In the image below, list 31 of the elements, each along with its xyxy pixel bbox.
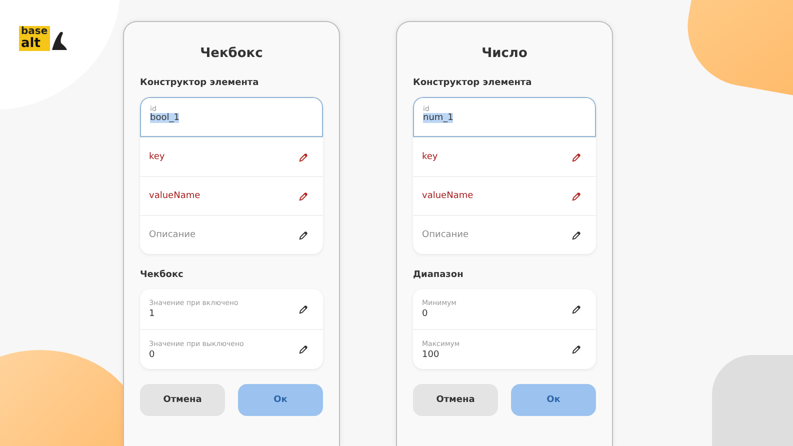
section-heading: Диапазон [413, 270, 464, 280]
dialog-title: Чекбокс [199, 46, 264, 63]
section-heading: Чекбокс [140, 270, 184, 280]
section-heading: Конструктор элемента [413, 78, 533, 88]
section-heading: Конструктор элемента [140, 78, 260, 88]
field-label: valueName [422, 191, 474, 201]
field-label: Описание [149, 230, 196, 240]
field-label: valueName [149, 191, 200, 201]
pencil-icon[interactable] [572, 345, 581, 354]
field-label: Описание [422, 230, 469, 240]
logo-text: alt [21, 37, 42, 50]
pencil-icon[interactable] [299, 192, 308, 200]
pencil-icon[interactable] [572, 304, 581, 314]
pencil-icon[interactable] [299, 230, 308, 240]
field-label: key [149, 152, 165, 162]
pencil-icon[interactable] [299, 345, 308, 354]
dialog-title: Число [480, 46, 528, 63]
logo-text: base [21, 27, 48, 37]
field-value: 0 [149, 350, 155, 360]
pencil-icon[interactable] [572, 230, 581, 240]
field-label: key [422, 152, 438, 162]
pencil-icon[interactable] [572, 192, 581, 200]
seal-icon [50, 29, 68, 51]
pencil-icon[interactable] [299, 304, 308, 314]
cancel-button[interactable]: Отмена [140, 384, 225, 416]
field-value: 0 [422, 309, 428, 319]
field-value: 1 [149, 309, 155, 319]
cancel-button[interactable]: Отмена [413, 384, 498, 416]
pencil-icon[interactable] [299, 152, 308, 162]
field-value: 100 [422, 350, 440, 360]
pencil-icon[interactable] [572, 152, 581, 162]
